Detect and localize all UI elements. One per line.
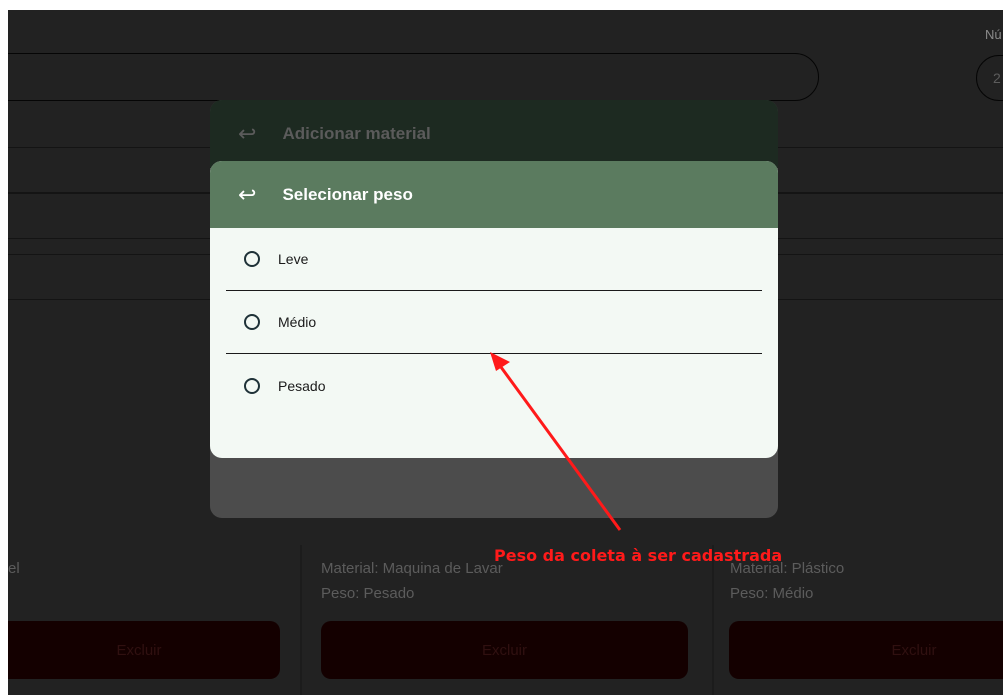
select-weight-dialog: ↩ Selecionar peso Leve Médio Pesado — [210, 161, 778, 458]
card-material: el — [8, 560, 20, 577]
radio-button-icon[interactable] — [244, 251, 260, 267]
add-material-dialog-header: ↩ Adicionar material — [210, 100, 778, 168]
app-background: Nú 2 el Excluir Material: Maquina de Lav… — [8, 10, 1003, 695]
return-arrow-icon[interactable]: ↩ — [238, 121, 256, 147]
excluir-button[interactable]: Excluir — [729, 621, 1003, 679]
card-peso: Peso: Pesado — [321, 585, 415, 602]
radio-button-icon[interactable] — [244, 377, 260, 394]
weight-option-label: Leve — [278, 251, 309, 267]
card-peso: Peso: Médio — [730, 585, 814, 602]
card-divider — [712, 545, 714, 695]
weight-option-label: Médio — [278, 314, 317, 330]
search-input[interactable] — [8, 53, 819, 101]
return-arrow-icon[interactable]: ↩ — [238, 182, 256, 208]
weight-option-label: Pesado — [278, 377, 326, 394]
add-material-dialog-title: Adicionar material — [282, 124, 431, 143]
weight-option-leve[interactable]: Leve — [226, 228, 762, 291]
card-material: Material: Maquina de Lavar — [321, 560, 503, 577]
weight-options-list: Leve Médio Pesado — [210, 228, 778, 417]
weight-option-pesado[interactable]: Pesado — [226, 354, 762, 417]
excluir-button[interactable]: Excluir — [321, 621, 688, 679]
number-input[interactable]: 2 — [976, 55, 1003, 101]
weight-option-medio[interactable]: Médio — [226, 291, 762, 354]
excluir-button[interactable]: Excluir — [8, 621, 280, 679]
radio-button-icon[interactable] — [244, 314, 260, 330]
number-field-label: Nú — [985, 27, 1002, 42]
card-divider — [300, 545, 302, 695]
select-weight-dialog-title: Selecionar peso — [282, 184, 413, 204]
annotation-text: Peso da coleta à ser cadastrada — [494, 546, 783, 565]
number-input-value: 2 — [993, 70, 1001, 86]
select-weight-dialog-header: ↩ Selecionar peso — [210, 161, 778, 228]
